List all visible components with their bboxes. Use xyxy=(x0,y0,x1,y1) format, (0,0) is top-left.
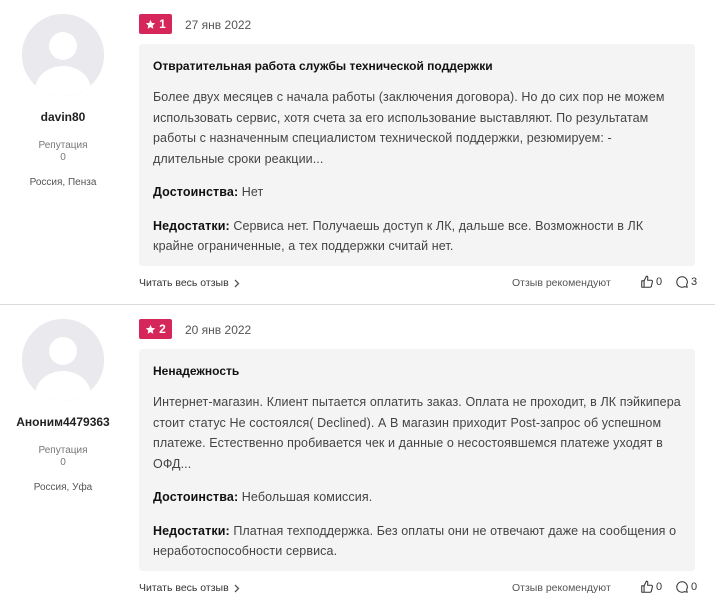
pros-text: Нет xyxy=(241,185,264,199)
recommend-label: Отзыв рекомендуют xyxy=(512,277,611,289)
review-body: Более двух месяцев с начала работы (закл… xyxy=(153,90,665,166)
review-cons: Недостатки: Платная техподдержка. Без оп… xyxy=(153,521,681,562)
review-card: Отвратительная работа службы технической… xyxy=(139,44,695,266)
author-location: Россия, Уфа xyxy=(33,482,93,493)
avatar[interactable] xyxy=(22,319,104,401)
star-icon xyxy=(145,19,156,29)
recommend-label: Отзыв рекомендуют xyxy=(512,582,611,594)
review-item: davin80 Репутация 0 Россия, Пенза 1 27 я… xyxy=(0,0,715,304)
review-number: 1 xyxy=(159,17,166,31)
pros-label: Достоинства: xyxy=(153,490,239,504)
read-more-label: Читать весь отзыв xyxy=(139,582,229,594)
review-body: Интернет-магазин. Клиент пытается оплати… xyxy=(153,395,681,471)
reputation-value: 0 xyxy=(60,152,66,163)
pros-label: Достоинства: xyxy=(153,185,239,199)
cons-label: Недостатки: xyxy=(153,218,230,233)
reputation-label: Репутация xyxy=(38,445,88,456)
like-button[interactable]: 0 xyxy=(640,275,662,289)
review-title[interactable]: Ненадежность xyxy=(153,363,681,379)
author-name[interactable]: Аноним4479363 xyxy=(0,415,126,429)
reputation-label: Репутация xyxy=(38,140,88,151)
likes-count: 0 xyxy=(656,276,663,288)
cons-label: Недостатки: xyxy=(153,523,230,538)
thumbs-up-icon xyxy=(641,580,653,593)
comment-icon xyxy=(676,581,688,593)
review-number: 2 xyxy=(159,322,166,336)
read-full-review-link[interactable]: Читать весь отзыв xyxy=(139,277,240,289)
review-number-badge: 1 xyxy=(139,14,172,34)
review-date: 20 янв 2022 xyxy=(185,323,252,337)
chevron-right-icon xyxy=(234,279,240,287)
review-card: Ненадежность Интернет-магазин. Клиент пы… xyxy=(139,349,695,571)
chevron-right-icon xyxy=(234,584,240,592)
likes-count: 0 xyxy=(656,581,663,593)
review-title[interactable]: Отвратительная работа службы технической… xyxy=(153,58,681,74)
comments-button[interactable]: 3 xyxy=(675,275,697,289)
comment-icon xyxy=(676,276,688,288)
read-full-review-link[interactable]: Читать весь отзыв xyxy=(139,582,240,594)
review-pros: Достоинства: Нет xyxy=(153,182,681,203)
read-more-label: Читать весь отзыв xyxy=(139,277,229,289)
star-icon xyxy=(145,324,156,334)
review-number-badge: 2 xyxy=(139,319,172,339)
comments-count: 0 xyxy=(691,581,698,593)
review-cons: Недостатки: Сервиса нет. Получаешь досту… xyxy=(153,216,681,257)
review-item: Аноним4479363 Репутация 0 Россия, Уфа 2 … xyxy=(0,304,715,609)
user-silhouette-icon xyxy=(22,14,104,96)
comments-button[interactable]: 0 xyxy=(675,580,697,594)
review-footer: Читать весь отзыв Отзыв рекомендуют 0 3 xyxy=(139,275,697,293)
reputation-value: 0 xyxy=(60,457,66,468)
review-date: 27 янв 2022 xyxy=(185,18,252,32)
pros-text: Небольшая комиссия. xyxy=(241,490,373,504)
review-pros: Достоинства: Небольшая комиссия. xyxy=(153,487,681,508)
author-name[interactable]: davin80 xyxy=(0,110,126,124)
cons-text: Платная техподдержка. Без оплаты они не … xyxy=(153,523,677,559)
like-button[interactable]: 0 xyxy=(640,580,662,594)
thumbs-up-icon xyxy=(641,275,653,288)
avatar[interactable] xyxy=(22,14,104,96)
review-footer: Читать весь отзыв Отзыв рекомендуют 0 0 xyxy=(139,580,697,598)
comments-count: 3 xyxy=(691,276,698,288)
author-location: Россия, Пенза xyxy=(29,177,97,188)
user-silhouette-icon xyxy=(22,319,104,401)
